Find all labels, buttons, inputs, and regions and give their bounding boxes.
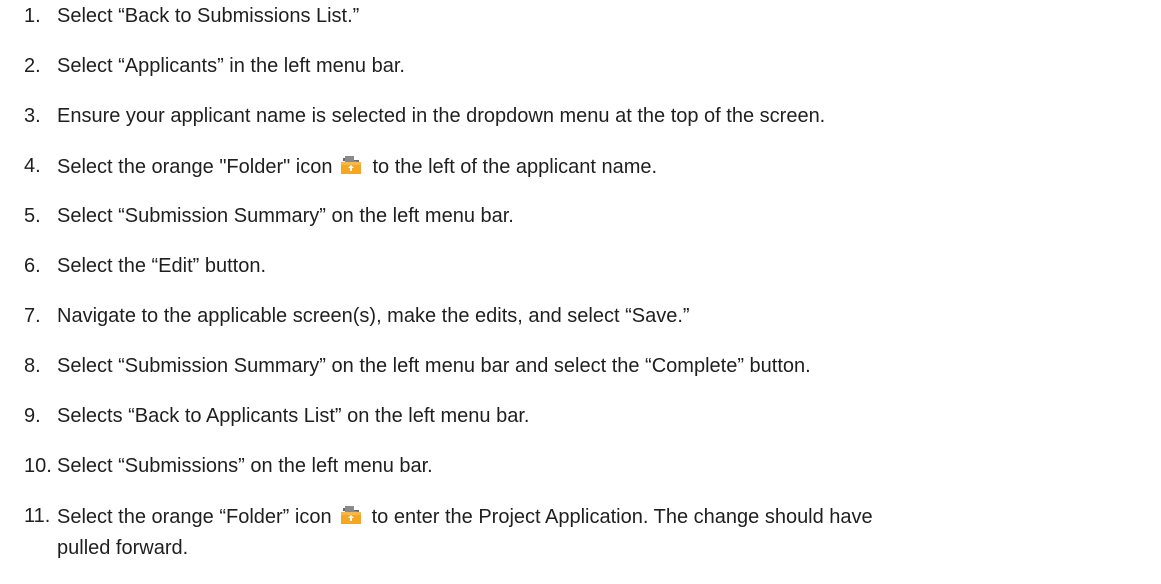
list-item-number: 10. [24,455,52,477]
list-item-text: Select the orange “Folder” icon to enter … [57,504,873,529]
text-after-icon: to enter the Project Application. The ch… [371,506,873,528]
list-item-text: Navigate to the applicable screen(s), ma… [57,305,690,327]
list-item-number: 5. [24,205,41,227]
list-item-text: Select “Back to Submissions List.” [57,5,360,27]
text-before-icon: Select the orange “Folder” icon [57,506,332,528]
list-item-number: 4. [24,155,41,177]
list-item-number: 7. [24,305,41,327]
list-item-number: 11. [24,505,51,527]
list-item-text: Selects “Back to Applicants List” on the… [57,405,530,427]
list-item-number: 2. [24,55,41,77]
list-item-number: 6. [24,255,41,277]
list-item-text: Select “Submission Summary” on the left … [57,355,811,377]
list-item-text: Select “Submissions” on the left menu ba… [57,455,433,477]
text-before-icon: Select the orange "Folder" icon [57,156,333,178]
list-item-number: 3. [24,105,41,127]
list-item-number: 8. [24,355,41,377]
list-item-number: 1. [24,5,41,27]
list-item-number: 9. [24,405,41,427]
text-after-icon: to the left of the applicant name. [372,156,658,178]
list-item-text: Select “Submission Summary” on the left … [57,205,514,227]
list-item-text: Select the “Edit” button. [57,255,267,277]
folder-icon [340,504,362,526]
list-item-text: Ensure your applicant name is selected i… [57,105,826,127]
folder-icon [340,154,362,176]
list-item-text-line2: pulled forward. [57,537,189,559]
list-item-text: Select the orange "Folder" icon to the le… [57,154,657,179]
list-item-text: Select “Applicants” in the left menu bar… [57,55,405,77]
